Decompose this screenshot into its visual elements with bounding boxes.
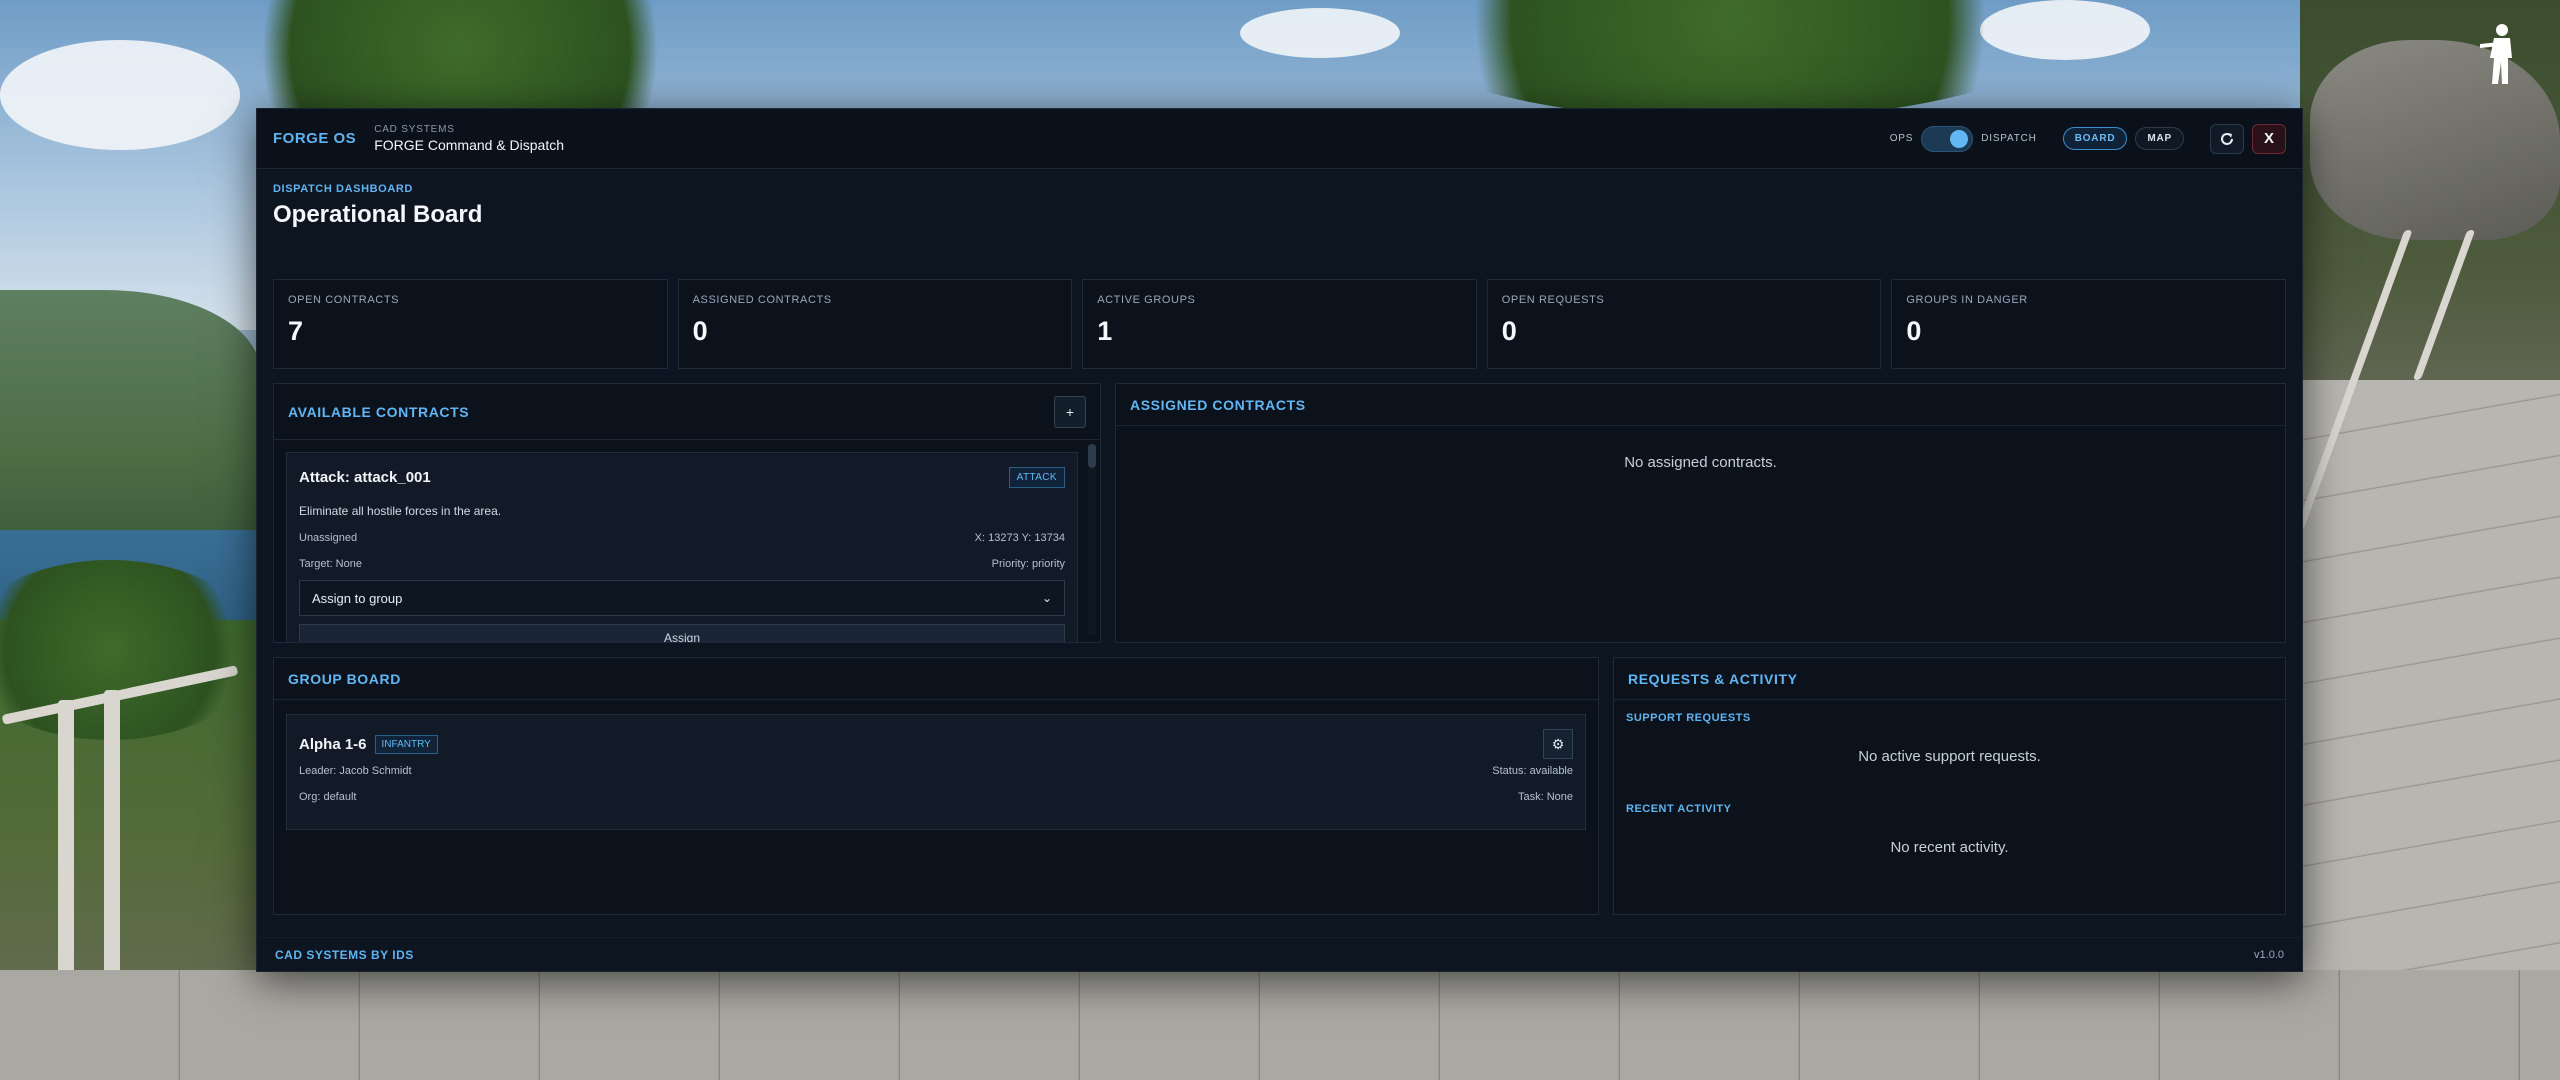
stat-value: 0 bbox=[692, 316, 708, 346]
empty-assigned-message: No assigned contracts. bbox=[1624, 454, 1777, 471]
contract-title: Attack: attack_001 bbox=[299, 469, 431, 486]
footer-brand: CAD SYSTEMS BY IDS bbox=[275, 947, 414, 962]
stat-label: ASSIGNED CONTRACTS bbox=[692, 294, 832, 306]
stat-value: 1 bbox=[1097, 316, 1113, 346]
stat-label: GROUPS IN DANGER bbox=[1906, 294, 2028, 306]
group-task: Task: None bbox=[1517, 791, 1573, 803]
panel-title: GROUP BOARD bbox=[288, 670, 401, 687]
railing-post bbox=[104, 690, 120, 990]
available-contracts-panel: AVAILABLE CONTRACTS + Attack: attack_001… bbox=[273, 383, 1101, 643]
window-title-group: CAD SYSTEMS FORGE Command & Dispatch bbox=[374, 124, 564, 153]
scrollbar-thumb[interactable] bbox=[1088, 444, 1096, 468]
panel-title: ASSIGNED CONTRACTS bbox=[1130, 396, 1306, 413]
title-bar-controls: OPS DISPATCH BOARD MAP X bbox=[1889, 123, 2286, 154]
panel-title: REQUESTS & ACTIVITY bbox=[1628, 670, 1798, 687]
group-meta-row: Leader: Jacob Schmidt Status: available bbox=[299, 765, 1573, 777]
select-value: Assign to group bbox=[312, 590, 403, 606]
panel-header: AVAILABLE CONTRACTS + bbox=[274, 384, 1100, 440]
chevron-down-icon: ⌄ bbox=[1041, 591, 1052, 605]
soldier-icon bbox=[2480, 24, 2512, 84]
panel-header: GROUP BOARD bbox=[274, 658, 1598, 700]
gear-icon: ⚙ bbox=[1551, 735, 1565, 752]
footer: CAD SYSTEMS BY IDS v1.0.0 bbox=[257, 937, 2302, 971]
window-title: FORGE Command & Dispatch bbox=[374, 137, 565, 153]
refresh-icon bbox=[2221, 132, 2233, 145]
page-title: Operational Board bbox=[273, 201, 483, 228]
groups-row: GROUP BOARD Alpha 1-6 INFANTRY ⚙ Leader:… bbox=[273, 657, 2286, 915]
rock bbox=[2310, 40, 2560, 240]
stat-open-requests: OPEN REQUESTS 0 bbox=[1486, 279, 1882, 369]
contract-priority: Priority: priority bbox=[991, 558, 1065, 570]
page-eyebrow: DISPATCH DASHBOARD bbox=[273, 183, 413, 195]
hills bbox=[0, 290, 260, 560]
dispatch-window: FORGE OS CAD SYSTEMS FORGE Command & Dis… bbox=[256, 108, 2303, 972]
stat-value: 0 bbox=[1906, 316, 1922, 346]
group-card: Alpha 1-6 INFANTRY ⚙ Leader: Jacob Schmi… bbox=[286, 714, 1586, 830]
pavement bbox=[0, 970, 2560, 1080]
cloud bbox=[1240, 8, 1400, 58]
stats-row: OPEN CONTRACTS 7 ASSIGNED CONTRACTS 0 AC… bbox=[273, 279, 2286, 369]
refresh-button[interactable] bbox=[2210, 123, 2244, 154]
group-board-panel: GROUP BOARD Alpha 1-6 INFANTRY ⚙ Leader:… bbox=[273, 657, 1599, 915]
group-org: Org: default bbox=[299, 791, 357, 803]
contracts-row: AVAILABLE CONTRACTS + Attack: attack_001… bbox=[273, 383, 2286, 643]
support-requests-label: SUPPORT REQUESTS bbox=[1626, 712, 1751, 724]
brand-label: FORGE OS bbox=[273, 130, 357, 147]
panel-title: AVAILABLE CONTRACTS bbox=[288, 403, 470, 420]
tab-map[interactable]: MAP bbox=[2135, 127, 2184, 150]
contract-description: Eliminate all hostile forces in the area… bbox=[299, 504, 502, 518]
group-leader: Leader: Jacob Schmidt bbox=[299, 765, 412, 777]
panel-header: REQUESTS & ACTIVITY bbox=[1614, 658, 2285, 700]
panel-header: ASSIGNED CONTRACTS bbox=[1116, 384, 2285, 426]
group-name: Alpha 1-6 bbox=[299, 735, 367, 753]
mode-toggle[interactable] bbox=[1921, 125, 1974, 152]
close-button[interactable]: X bbox=[2252, 123, 2286, 154]
scrollbar[interactable] bbox=[1088, 444, 1096, 634]
contract-type-badge: ATTACK bbox=[1008, 467, 1065, 488]
assign-group-select[interactable]: Assign to group ⌄ bbox=[299, 580, 1065, 616]
mode-ops-label: OPS bbox=[1889, 133, 1914, 144]
contract-meta-row: Target: None Priority: priority bbox=[299, 558, 1065, 570]
contract-target: Target: None bbox=[299, 558, 362, 570]
contract-assignment: Unassigned bbox=[299, 532, 358, 544]
contract-meta-row: Unassigned X: 13273 Y: 13734 bbox=[299, 532, 1065, 544]
title-bar: FORGE OS CAD SYSTEMS FORGE Command & Dis… bbox=[257, 109, 2302, 169]
requests-activity-panel: REQUESTS & ACTIVITY SUPPORT REQUESTS No … bbox=[1613, 657, 2286, 915]
railing-post bbox=[58, 700, 74, 1000]
dashboard-content: DISPATCH DASHBOARD Operational Board OPE… bbox=[257, 169, 2302, 915]
stat-label: OPEN REQUESTS bbox=[1501, 294, 1605, 306]
stat-value: 7 bbox=[288, 316, 304, 346]
stat-assigned-contracts: ASSIGNED CONTRACTS 0 bbox=[677, 279, 1073, 369]
tab-board[interactable]: BOARD bbox=[2062, 127, 2128, 150]
group-meta-row: Org: default Task: None bbox=[299, 791, 1573, 803]
assigned-contracts-panel: ASSIGNED CONTRACTS No assigned contracts… bbox=[1115, 383, 2286, 643]
empty-activity-message: No recent activity. bbox=[1890, 839, 2009, 856]
stat-open-contracts: OPEN CONTRACTS 7 bbox=[273, 279, 668, 369]
group-status: Status: available bbox=[1492, 765, 1573, 777]
empty-support-message: No active support requests. bbox=[1858, 748, 2041, 765]
add-contract-button[interactable]: + bbox=[1054, 395, 1086, 428]
contract-title-row: Attack: attack_001 ATTACK bbox=[299, 467, 1065, 488]
contract-coordinates: X: 13273 Y: 13734 bbox=[974, 532, 1065, 544]
stat-label: ACTIVE GROUPS bbox=[1097, 294, 1196, 306]
assign-button[interactable]: Assign bbox=[299, 624, 1065, 642]
contract-card: Attack: attack_001 ATTACK Eliminate all … bbox=[286, 452, 1078, 642]
stat-active-groups: ACTIVE GROUPS 1 bbox=[1082, 279, 1477, 369]
stat-value: 0 bbox=[1501, 316, 1517, 346]
group-settings-button[interactable]: ⚙ bbox=[1543, 729, 1573, 759]
version-label: v1.0.0 bbox=[2254, 948, 2284, 961]
group-card-header: Alpha 1-6 INFANTRY ⚙ bbox=[299, 729, 1573, 759]
recent-activity-label: RECENT ACTIVITY bbox=[1626, 803, 1732, 815]
stat-label: OPEN CONTRACTS bbox=[288, 294, 400, 306]
toggle-knob bbox=[1950, 129, 1969, 148]
mode-dispatch-label: DISPATCH bbox=[1981, 133, 2037, 144]
window-subtitle: CAD SYSTEMS bbox=[374, 124, 455, 135]
group-type-badge: INFANTRY bbox=[374, 734, 438, 754]
stat-groups-in-danger: GROUPS IN DANGER 0 bbox=[1891, 279, 2286, 369]
